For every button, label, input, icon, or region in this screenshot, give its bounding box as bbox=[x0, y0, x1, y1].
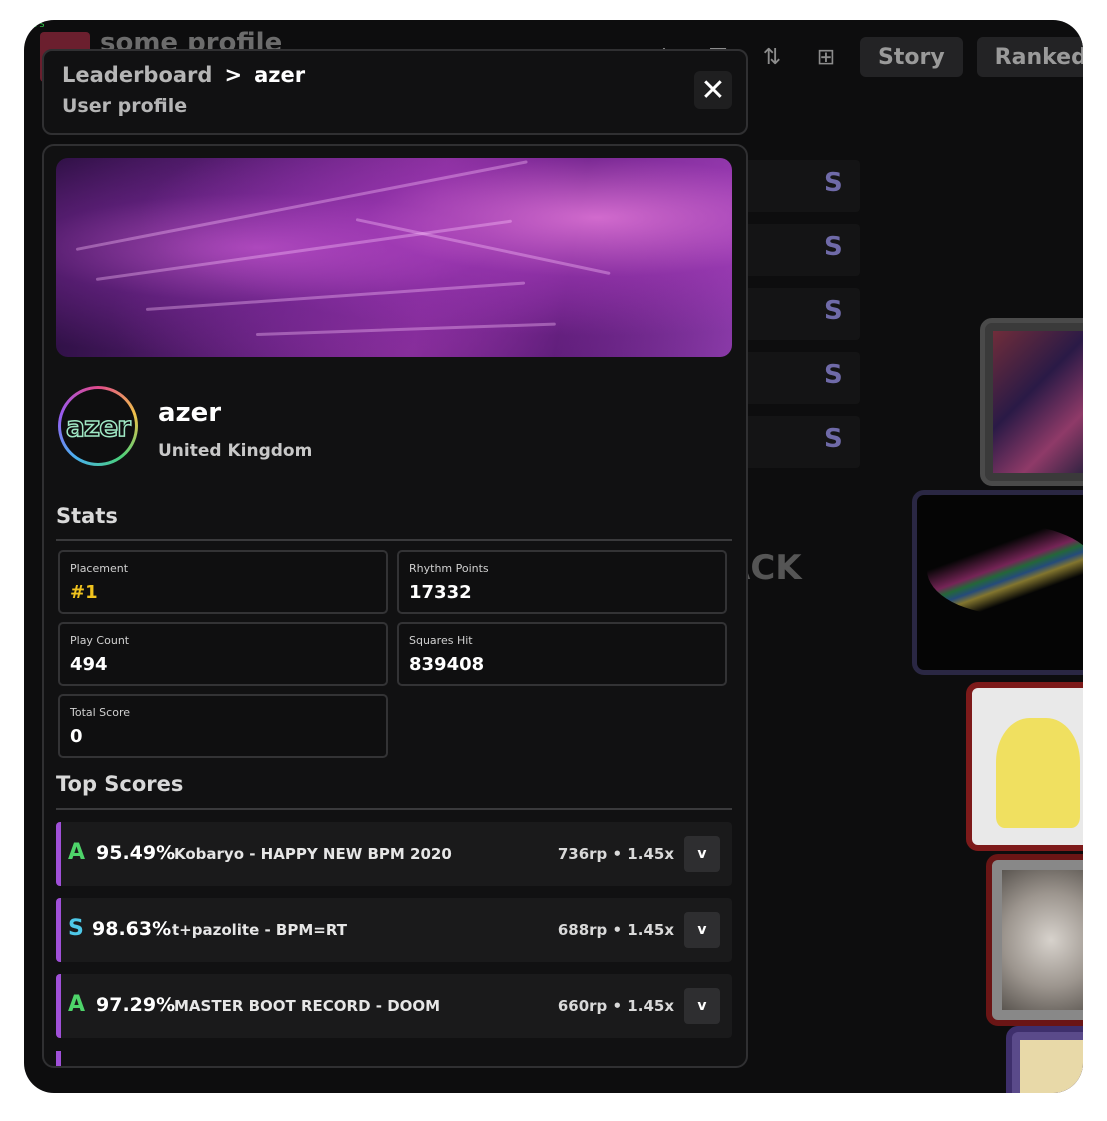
stats-divider bbox=[56, 539, 732, 541]
background-map-card[interactable] bbox=[912, 490, 1083, 675]
score-accuracy: 98.63% bbox=[92, 918, 172, 940]
stat-value: 17332 bbox=[409, 582, 472, 603]
score-grade: A bbox=[68, 992, 86, 1017]
background-map-card[interactable] bbox=[966, 682, 1083, 851]
score-map-title: Kobaryo - HAPPY NEW BPM 2020 bbox=[174, 845, 452, 863]
score-accent-bar bbox=[56, 974, 61, 1038]
score-accuracy: 95.49% bbox=[96, 842, 176, 864]
background-rank: S bbox=[824, 232, 843, 262]
breadcrumb-leaderboard[interactable]: Leaderboard bbox=[62, 63, 212, 87]
score-grade: A bbox=[68, 840, 86, 865]
score-row[interactable]: S 98.63% t+pazolite - BPM=RT 688rp • 1.4… bbox=[56, 898, 732, 962]
stat-value: #1 bbox=[70, 582, 98, 603]
stat-label: Total Score bbox=[70, 706, 130, 719]
avatar-text: azer bbox=[61, 389, 135, 463]
background-rank: S bbox=[824, 296, 843, 326]
close-button[interactable]: ✕ bbox=[694, 71, 732, 109]
tab-ranked[interactable]: Ranked bbox=[976, 37, 1083, 77]
bookmark-add-icon[interactable]: ⊞ bbox=[806, 37, 846, 77]
score-accent-bar bbox=[56, 822, 61, 886]
stat-label: Placement bbox=[70, 562, 129, 575]
stat-squares-hit: Squares Hit 839408 bbox=[397, 622, 727, 686]
score-map-title: MASTER BOOT RECORD - DOOM bbox=[174, 997, 441, 1015]
score-row[interactable]: A 97.29% MASTER BOOT RECORD - DOOM 660rp… bbox=[56, 974, 732, 1038]
score-meta: 660rp • 1.45x bbox=[557, 997, 674, 1015]
stats-heading: Stats bbox=[56, 504, 118, 528]
breadcrumb-current: azer bbox=[254, 63, 306, 87]
app-window: FPS some profile ⚙ ☰ ⇅ ⊞ Story Ranked S … bbox=[24, 20, 1083, 1093]
sort-az-icon[interactable]: ⇅ bbox=[752, 37, 792, 77]
fps-counter: FPS bbox=[30, 20, 45, 29]
stat-label: Squares Hit bbox=[409, 634, 473, 647]
stat-label: Rhythm Points bbox=[409, 562, 489, 575]
country: United Kingdom bbox=[158, 441, 313, 461]
expand-button[interactable]: v bbox=[684, 912, 720, 948]
score-accuracy: 97.29% bbox=[96, 994, 176, 1016]
top-scores-divider bbox=[56, 808, 732, 810]
stat-placement: Placement #1 bbox=[58, 550, 388, 614]
stat-label: Play Count bbox=[70, 634, 130, 647]
breadcrumb-separator: > bbox=[224, 63, 243, 87]
score-row[interactable]: A 95.49% Kobaryo - HAPPY NEW BPM 2020 73… bbox=[56, 822, 732, 886]
next-score-peek bbox=[56, 1051, 61, 1066]
stat-value: 839408 bbox=[409, 654, 485, 675]
stat-value: 0 bbox=[70, 726, 83, 747]
score-map-title: t+pazolite - BPM=RT bbox=[172, 921, 347, 939]
modal-subtitle: User profile bbox=[62, 95, 188, 117]
stat-rhythm-points: Rhythm Points 17332 bbox=[397, 550, 727, 614]
stat-value: 494 bbox=[70, 654, 108, 675]
avatar: azer bbox=[58, 386, 138, 466]
score-meta: 688rp • 1.45x bbox=[557, 921, 674, 939]
username: azer bbox=[158, 398, 222, 428]
top-scores-heading: Top Scores bbox=[56, 772, 184, 796]
modal-header: Leaderboard > azer User profile ✕ bbox=[42, 49, 748, 135]
background-map-card[interactable] bbox=[980, 318, 1083, 486]
background-map-card[interactable] bbox=[986, 854, 1083, 1026]
background-rank: S bbox=[824, 360, 843, 390]
background-map-card[interactable] bbox=[1006, 1026, 1083, 1093]
expand-button[interactable]: v bbox=[684, 836, 720, 872]
profile-panel[interactable]: azer azer United Kingdom Stats Placement… bbox=[42, 144, 748, 1068]
expand-button[interactable]: v bbox=[684, 988, 720, 1024]
score-accent-bar bbox=[56, 898, 61, 962]
breadcrumb: Leaderboard > azer bbox=[62, 63, 305, 87]
background-rank: S bbox=[824, 424, 843, 454]
close-icon: ✕ bbox=[700, 72, 726, 108]
stat-play-count: Play Count 494 bbox=[58, 622, 388, 686]
score-meta: 736rp • 1.45x bbox=[557, 845, 674, 863]
tab-story[interactable]: Story bbox=[860, 37, 963, 77]
stat-total-score: Total Score 0 bbox=[58, 694, 388, 758]
background-rank: S bbox=[824, 168, 843, 198]
profile-banner bbox=[56, 158, 732, 357]
score-grade: S bbox=[68, 916, 84, 941]
